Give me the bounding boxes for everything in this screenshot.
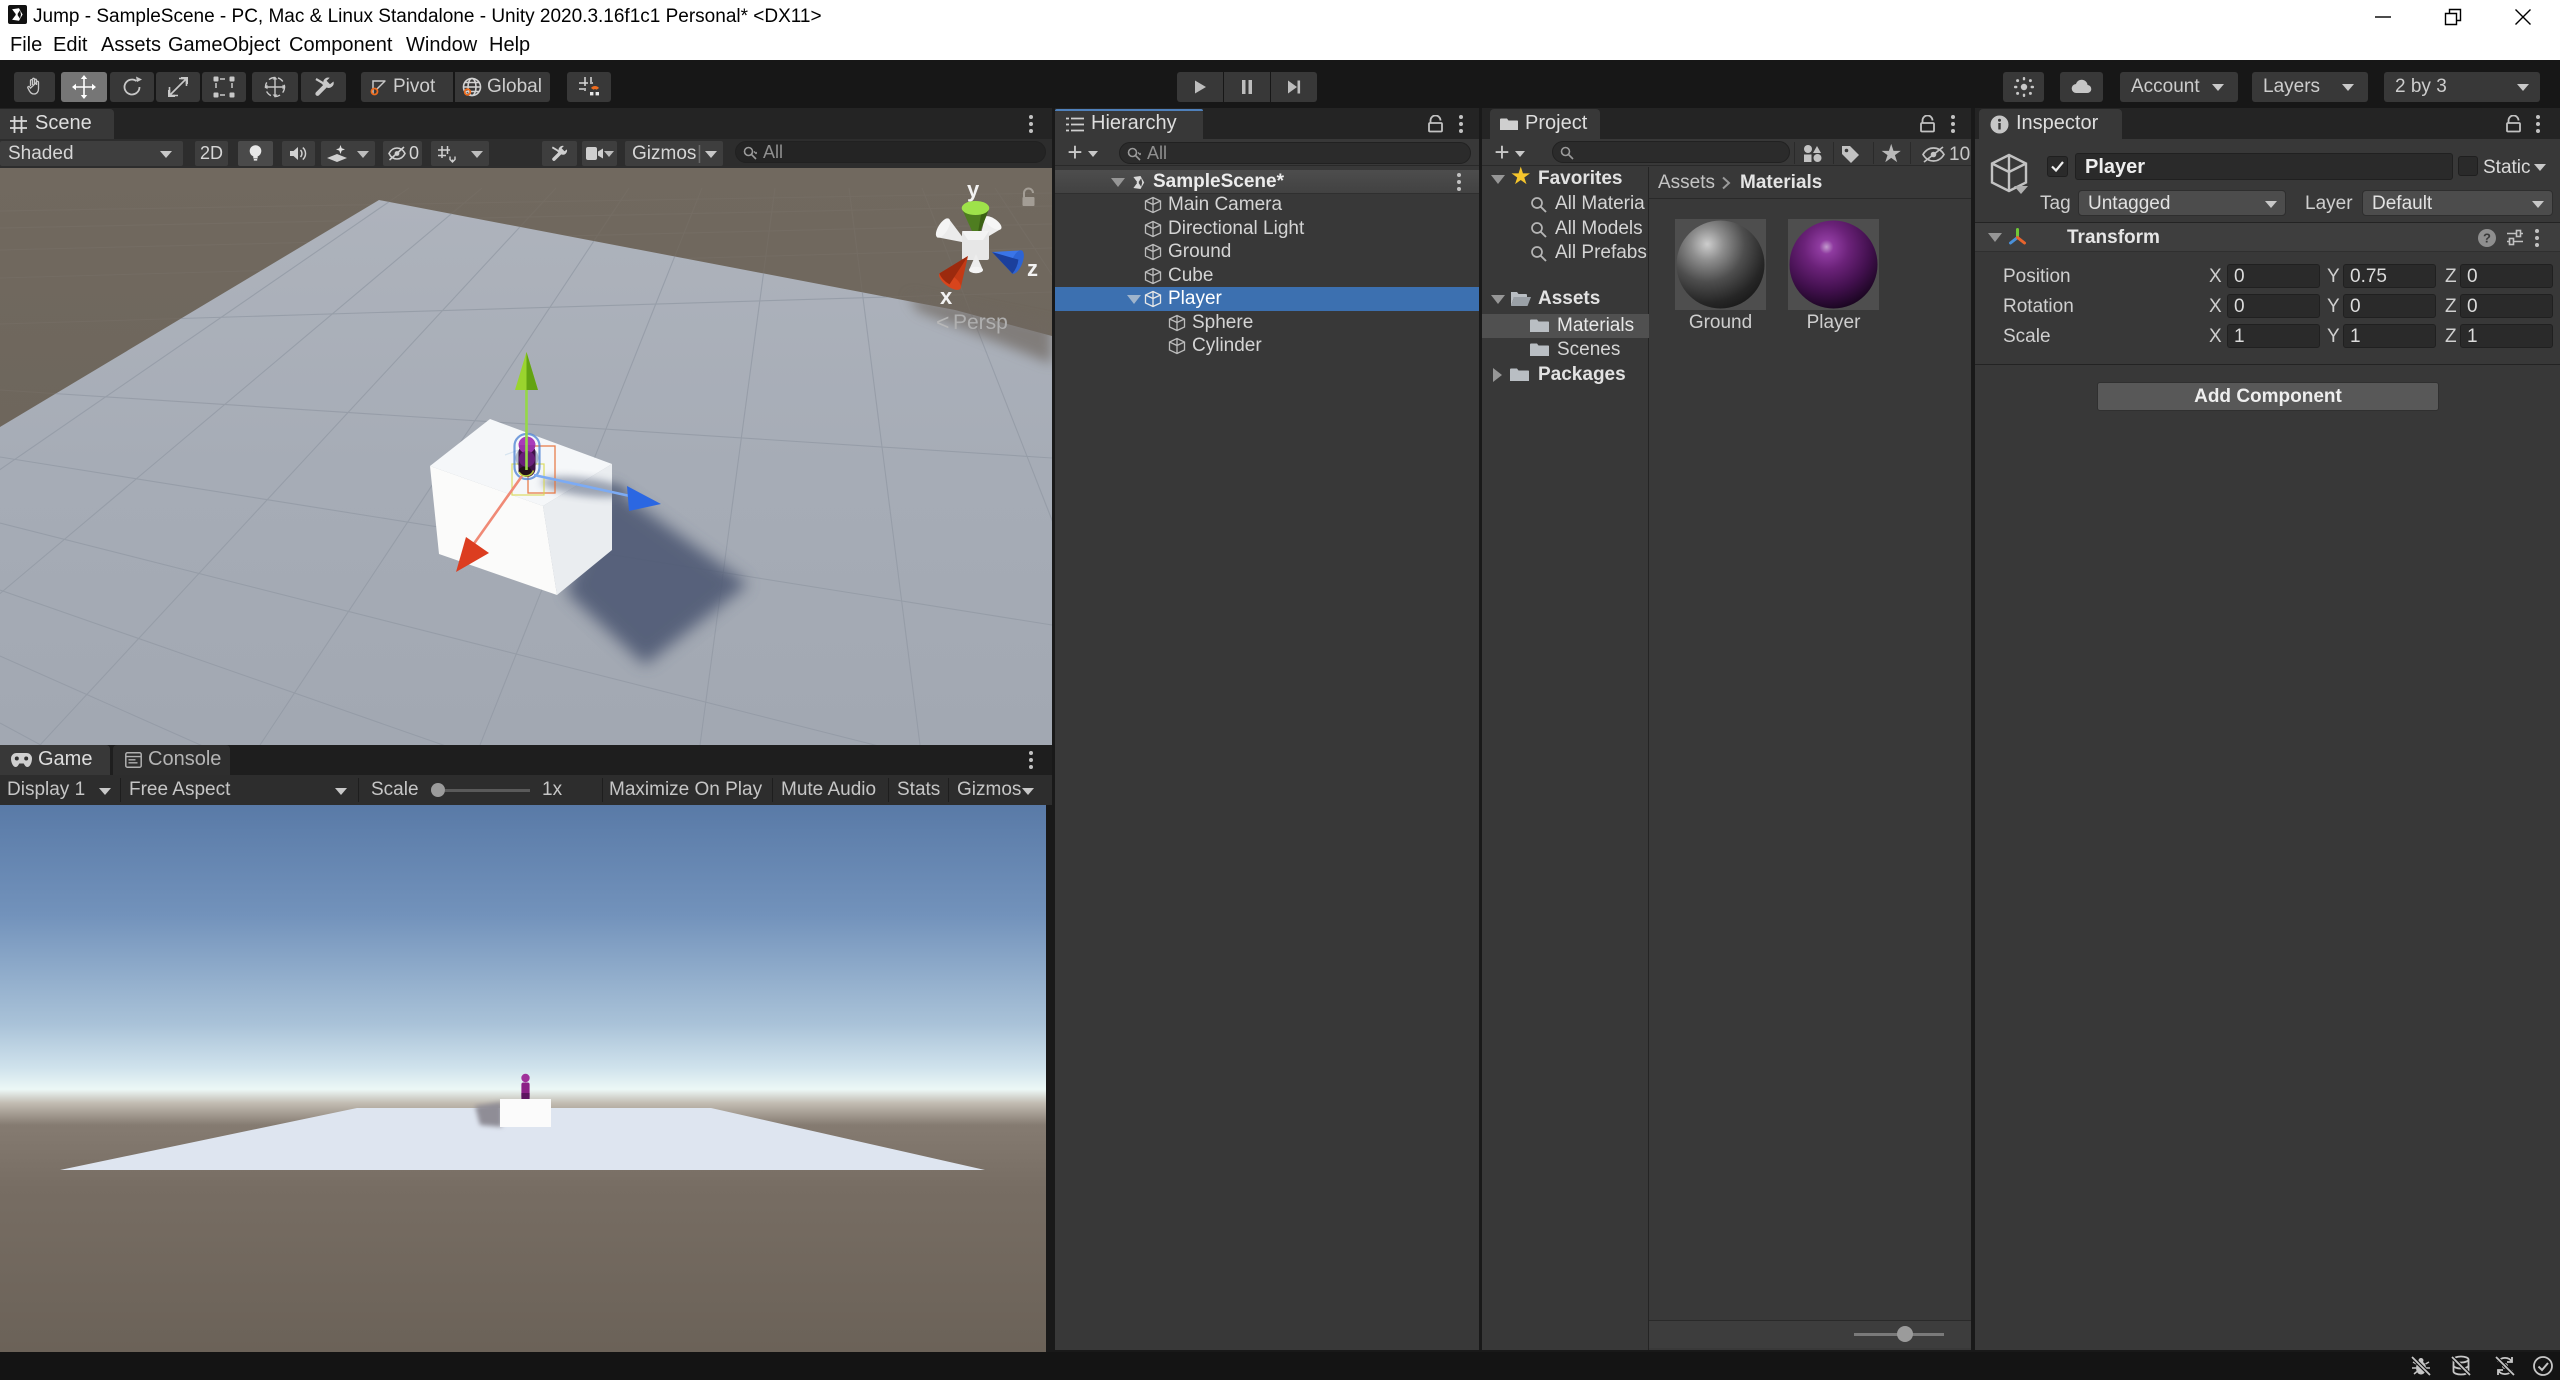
svg-text:<: < bbox=[936, 309, 949, 335]
svg-text:z: z bbox=[1027, 256, 1038, 281]
svg-text:x: x bbox=[940, 284, 953, 309]
svg-text:y: y bbox=[967, 177, 980, 202]
svg-text:Persp: Persp bbox=[953, 311, 1008, 334]
svg-text:?: ? bbox=[2483, 231, 2491, 246]
